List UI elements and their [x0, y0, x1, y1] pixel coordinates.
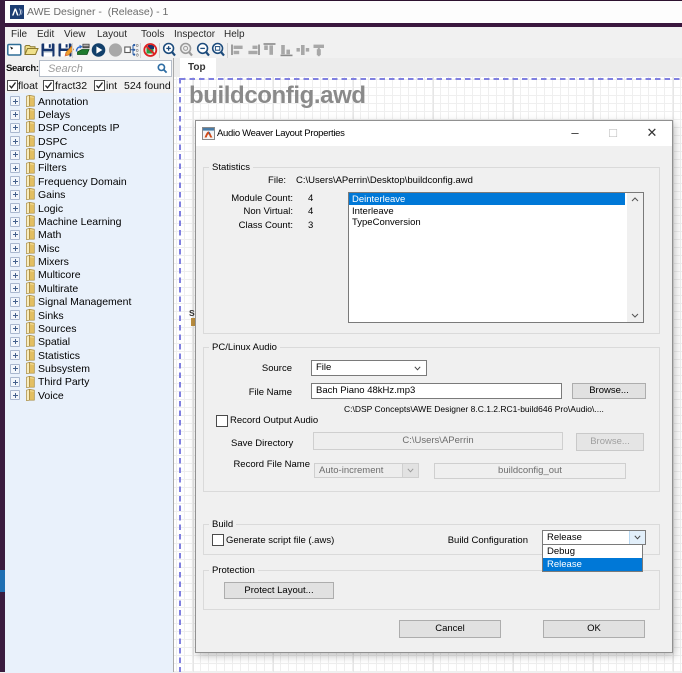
svg-text:0: 0	[136, 48, 139, 53]
svg-text:0: 0	[136, 53, 139, 58]
